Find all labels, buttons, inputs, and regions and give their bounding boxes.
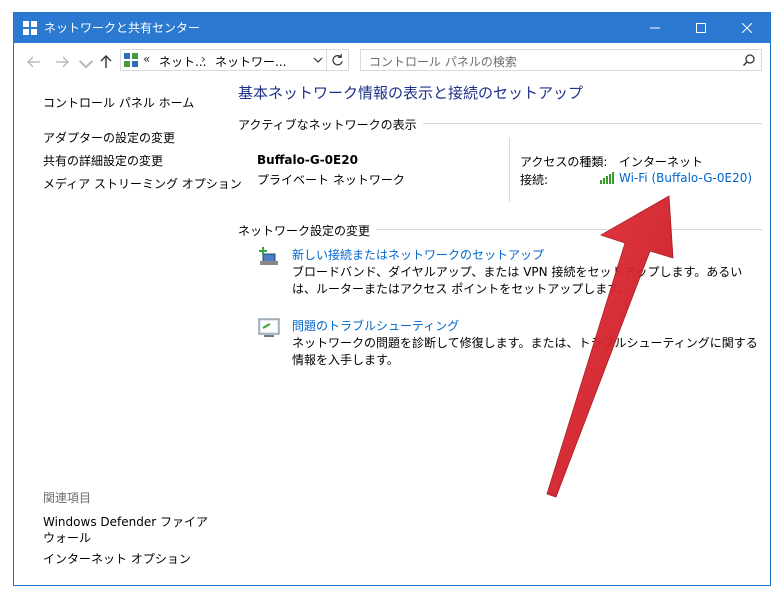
search-placeholder: コントロール パネルの検索 <box>369 55 517 69</box>
sidebar-item-media-streaming[interactable]: メディア ストリーミング オプション <box>43 175 242 192</box>
wifi-signal-icon <box>600 172 614 184</box>
maximize-icon <box>696 23 706 33</box>
address-overflow[interactable]: « <box>143 52 150 66</box>
address-bar[interactable]: « ネット... › ネットワー... <box>120 49 327 71</box>
up-arrow-icon[interactable] <box>98 54 114 70</box>
related-heading: 関連項目 <box>43 491 92 505</box>
back-arrow-icon[interactable] <box>26 54 42 70</box>
address-dropdown-chevron-icon[interactable] <box>313 55 323 65</box>
sidebar-related-firewall[interactable]: Windows Defender ファイアウォール <box>43 514 213 546</box>
wifi-connection-link[interactable]: Wi-Fi (Buffalo-G-0E20) <box>619 171 752 185</box>
connection-label: 接続: <box>520 173 549 187</box>
network-center-icon <box>23 21 37 35</box>
refresh-button[interactable] <box>327 49 349 71</box>
setup-new-connection-description: ブロードバンド、ダイヤルアップ、または VPN 接続をセットアップします。あるい… <box>292 265 743 296</box>
control-panel-icon <box>124 53 138 67</box>
troubleshoot-description: ネットワークの問題を診断して修復します。または、トラブルシューティングに関する情… <box>292 336 758 367</box>
setup-new-connection-link[interactable]: 新しい接続またはネットワークのセットアップ <box>292 246 544 263</box>
sidebar-item-advanced-sharing[interactable]: 共有の詳細設定の変更 <box>43 152 163 169</box>
breadcrumb-separator[interactable]: › <box>201 52 206 66</box>
minimize-icon <box>650 27 660 29</box>
active-networks-heading: アクティブなネットワークの表示 <box>238 116 423 133</box>
maximize-button[interactable] <box>678 13 724 43</box>
close-icon <box>742 23 752 33</box>
network-type: プライベート ネットワーク <box>257 173 405 187</box>
new-connection-icon <box>259 247 278 265</box>
access-type-label: アクセスの種類: <box>520 155 608 169</box>
minimize-button[interactable] <box>632 13 678 43</box>
network-name: Buffalo-G-0E20 <box>257 153 358 167</box>
search-icon[interactable] <box>743 54 755 66</box>
page-title: 基本ネットワーク情報の表示と接続のセットアップ <box>238 84 584 102</box>
breadcrumb-network[interactable]: ネット... <box>159 53 206 70</box>
navigation-toolbar: « ネット... › ネットワー... コントロール パネルの検索 <box>14 43 770 81</box>
breadcrumb-network-center[interactable]: ネットワー... <box>215 53 286 70</box>
troubleshoot-link[interactable]: 問題のトラブルシューティング <box>292 317 459 334</box>
change-settings-heading: ネットワーク設定の変更 <box>238 222 377 239</box>
window: ネットワークと共有センター « ネット... › ネットワー... コントロール… <box>13 12 771 586</box>
forward-arrow-icon[interactable] <box>54 54 70 70</box>
window-title: ネットワークと共有センター <box>44 21 201 35</box>
sidebar-item-adapter-settings[interactable]: アダプターの設定の変更 <box>43 129 175 146</box>
troubleshoot-icon <box>258 318 280 337</box>
sidebar-related-internet-options[interactable]: インターネット オプション <box>43 550 191 567</box>
close-button[interactable] <box>724 13 770 43</box>
recent-locations-chevron-icon[interactable] <box>78 56 94 72</box>
search-box[interactable]: コントロール パネルの検索 <box>360 49 762 71</box>
refresh-icon <box>332 54 343 66</box>
access-type-value: インターネット <box>619 155 704 169</box>
title-bar[interactable]: ネットワークと共有センター <box>14 13 770 43</box>
network-divider <box>509 138 510 202</box>
sidebar-control-panel-home[interactable]: コントロール パネル ホーム <box>43 94 194 111</box>
